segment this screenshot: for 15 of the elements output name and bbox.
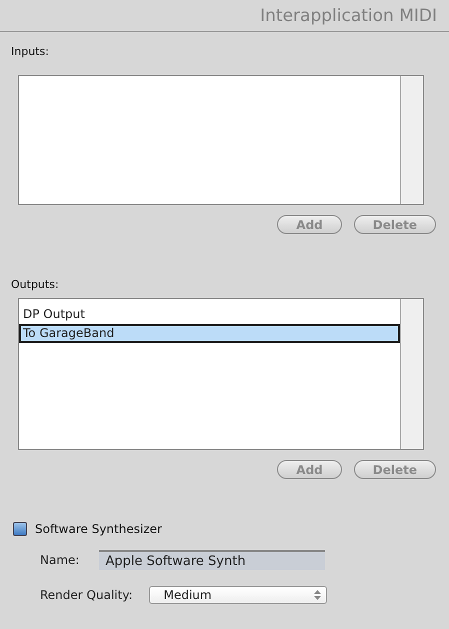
quality-dropdown[interactable]: Medium bbox=[148, 586, 327, 604]
list-item[interactable]: DP Output bbox=[19, 305, 400, 324]
scrollbar[interactable] bbox=[400, 76, 423, 204]
field-label: Render Quality: bbox=[40, 588, 133, 602]
scrollbar[interactable] bbox=[400, 299, 423, 449]
section-label: Inputs: bbox=[11, 44, 50, 58]
section-label: Outputs: bbox=[11, 277, 60, 291]
window-title: Interapplication MIDI bbox=[0, 0, 449, 32]
list-item[interactable]: To GarageBand bbox=[19, 324, 400, 343]
list-box[interactable]: DP Output To GarageBand bbox=[18, 298, 424, 450]
field-label: Name: bbox=[40, 553, 80, 567]
checkbox-label: Software Synthesizer bbox=[35, 522, 162, 536]
stepper-arrows-icon bbox=[312, 588, 322, 602]
list-box[interactable] bbox=[18, 75, 424, 205]
checkbox[interactable] bbox=[13, 522, 27, 536]
